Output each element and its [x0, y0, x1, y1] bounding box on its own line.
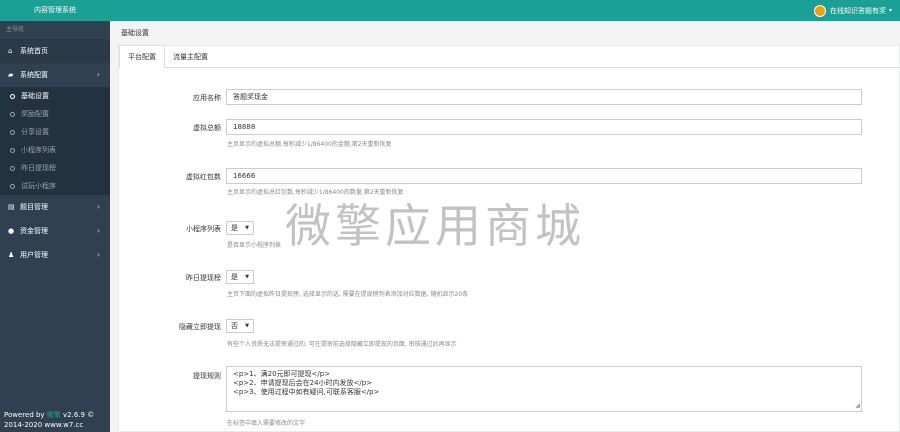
circle-icon [10, 129, 15, 135]
field-label: 隐藏立即提现 [179, 323, 221, 331]
field-label: 提现规则 [193, 372, 221, 380]
help-text: 主页下面的虚拟昨日提现榜, 选择显示的话, 需要在提现榜列表添加对应数据, 随机… [227, 291, 469, 298]
car-icon: ▰ [8, 71, 14, 79]
caret-down-icon: ▼ [245, 274, 249, 280]
coin-icon: ● [8, 227, 15, 235]
sidebar-item-label: 题目管理 [20, 203, 48, 211]
sidebar-subitem-rank[interactable]: 昨日提现榜 [0, 159, 110, 177]
chevron-right-icon: › [96, 226, 100, 235]
textarea-line: <p>3、使用过程中如有疑问,可联系客服</p> [233, 388, 380, 396]
app-name-input[interactable]: 答题奖现金 [226, 89, 862, 105]
sidebar-item-label: 分享设置 [21, 128, 49, 136]
footer-powered: Powered by [4, 411, 47, 419]
avatar [813, 4, 826, 17]
sidebar-item-label: 系统配置 [20, 71, 48, 79]
help-text: 有些个人资质无法提审通过的, 可在提审前选择隐藏立即提现的页面, 审核通过后再显… [227, 341, 457, 348]
footer-brand-link[interactable]: 微擎 [47, 411, 61, 419]
circle-icon [10, 147, 15, 153]
sidebar-footer: Powered by 微擎 v2.6.9 © 2014-2020 www.w7.… [4, 410, 94, 430]
sidebar-item-home[interactable]: ⌂ 系统首页 [0, 39, 110, 63]
sidebar-item-config[interactable]: ▰ 系统配置 › [0, 63, 110, 87]
tab-platform[interactable]: 平台配置 [119, 45, 165, 68]
mini-list-select[interactable]: 是 ▼ [226, 221, 254, 235]
help-text: 主页显示的虚拟总红包数,每秒减少1/86400的数量,第2天重新恢复 [227, 189, 404, 196]
breadcrumb: 基础设置 [110, 21, 900, 45]
help-text: 在标签中填入需要修改的文字 [227, 420, 306, 427]
app-title: 内容管理系统 [34, 6, 76, 14]
sidebar-subitem-basic[interactable]: 基础设置 [0, 87, 110, 105]
virtual-total-input[interactable]: 18888 [226, 119, 862, 135]
sidebar-item-topics[interactable]: ▤ 题目管理 › [0, 195, 110, 219]
user-menu[interactable]: 在线知识答题有奖 ▾ [813, 0, 892, 21]
sidebar-item-label: 系统首页 [20, 47, 48, 55]
circle-icon [10, 165, 15, 171]
tab-traffic[interactable]: 流量主配置 [165, 46, 216, 67]
footer-version: v2.6.9 © [60, 411, 95, 419]
select-value: 是 [231, 273, 238, 281]
textarea-line: <p>2、申请提现后会在24小时内发放</p> [233, 379, 373, 387]
circle-icon [10, 111, 15, 117]
nav-header: 主导航 [6, 26, 25, 33]
user-icon: ♟ [8, 251, 15, 259]
sidebar-item-label: 小程序列表 [21, 146, 56, 154]
hide-withdraw-select[interactable]: 否 ▼ [226, 319, 254, 333]
resize-handle-icon[interactable]: ◢ [855, 401, 860, 410]
sidebar-subitem-share[interactable]: 分享设置 [0, 123, 110, 141]
sidebar: 主导航 ⌂ 系统首页 ▰ 系统配置 › 基础设置 奖励配置 分享设置 小程序列表… [0, 21, 110, 432]
circle-icon [10, 183, 15, 189]
field-label: 应用名称 [193, 94, 221, 102]
sidebar-item-label: 用户管理 [20, 251, 48, 259]
chevron-right-icon: › [96, 70, 100, 79]
sidebar-item-users[interactable]: ♟ 用户管理 › [0, 243, 110, 267]
help-text: 是否显示小程序列表 [227, 242, 282, 249]
withdraw-rules-textarea[interactable]: <p>1、满20元即可提现</p> <p>2、申请提现后会在24小时内发放</p… [226, 366, 862, 412]
sidebar-item-label: 昨日提现榜 [21, 164, 56, 172]
chevron-right-icon: › [96, 250, 100, 259]
caret-down-icon: ▾ [888, 7, 892, 14]
field-label: 小程序列表 [186, 225, 221, 233]
config-submenu: 基础设置 奖励配置 分享设置 小程序列表 昨日提现榜 试玩小程序 [0, 87, 110, 195]
select-value: 是 [231, 224, 238, 232]
field-label: 昨日提现榜 [186, 274, 221, 282]
select-value: 否 [231, 322, 238, 330]
list-icon: ▤ [8, 203, 15, 211]
settings-panel: 平台配置 流量主配置 应用名称 答题奖现金 虚拟总额 18888 主页显示的虚拟… [118, 45, 900, 432]
top-bar: 内容管理系统 在线知识答题有奖 ▾ [0, 0, 900, 21]
caret-down-icon: ▼ [245, 225, 249, 231]
sidebar-item-label: 奖励配置 [21, 110, 49, 118]
sidebar-item-label: 试玩小程序 [21, 182, 56, 190]
user-name: 在线知识答题有奖 [829, 6, 886, 15]
sidebar-item-label: 资金管理 [20, 227, 48, 235]
sidebar-subitem-reward[interactable]: 奖励配置 [0, 105, 110, 123]
home-icon: ⌂ [8, 47, 13, 55]
sidebar-item-label: 基础设置 [21, 92, 49, 100]
sidebar-subitem-miniapps[interactable]: 小程序列表 [0, 141, 110, 159]
yesterday-rank-select[interactable]: 是 ▼ [226, 270, 254, 284]
caret-down-icon: ▼ [245, 323, 249, 329]
sidebar-item-funds[interactable]: ● 资金管理 › [0, 219, 110, 243]
chevron-right-icon: › [96, 202, 100, 211]
textarea-line: <p>1、满20元即可提现</p> [233, 370, 331, 378]
virtual-packets-input[interactable]: 16666 [226, 168, 862, 184]
tab-bar: 平台配置 流量主配置 [119, 45, 899, 68]
circle-icon [10, 93, 15, 99]
field-label: 虚拟总额 [193, 124, 221, 132]
sidebar-subitem-trial[interactable]: 试玩小程序 [0, 177, 110, 195]
main-content: 基础设置 平台配置 流量主配置 应用名称 答题奖现金 虚拟总额 18888 主页… [110, 21, 900, 432]
field-label: 虚拟红包数 [186, 173, 221, 181]
help-text: 主页显示的虚拟总额,每秒减少1/86400的金额,第2天重新恢复 [227, 141, 392, 148]
footer-copyright: 2014-2020 www.w7.cc [4, 421, 84, 429]
